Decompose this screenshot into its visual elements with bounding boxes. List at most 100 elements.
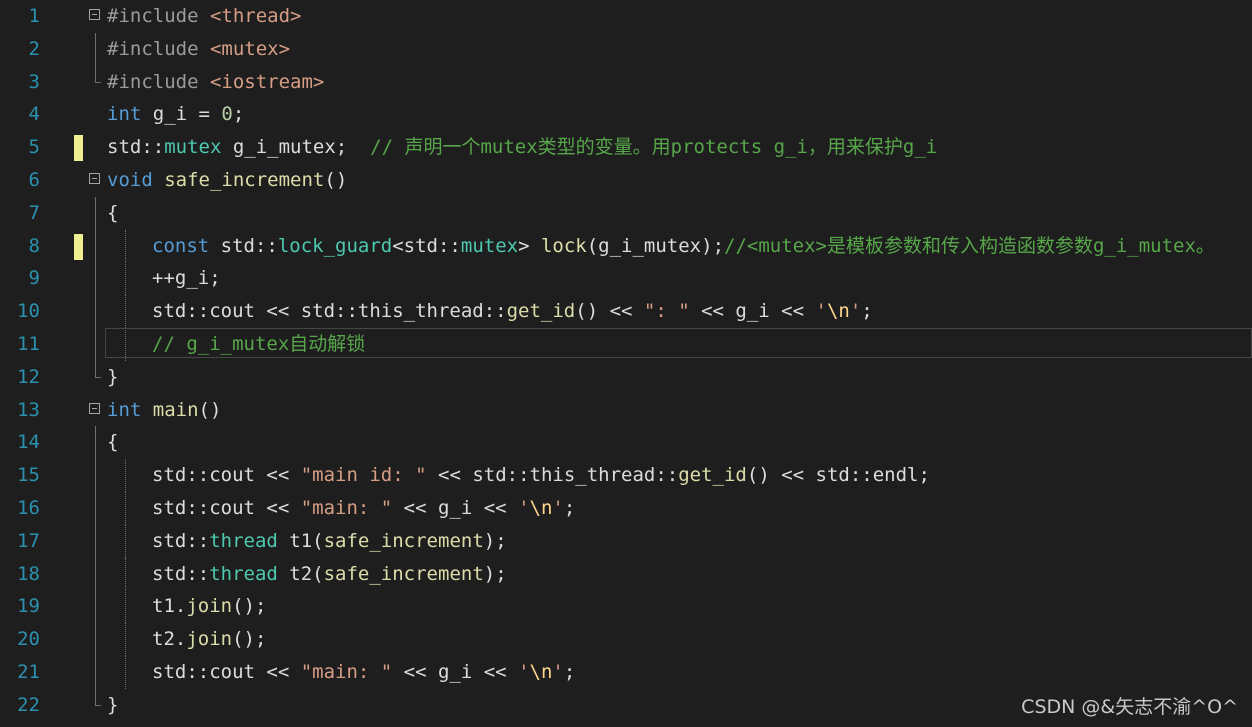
indent-guide [125,492,126,525]
code-text[interactable]: std::cout << "main: " << g_i << '\n'; [152,656,575,689]
code-text[interactable]: t1.join(); [152,590,266,623]
code-text[interactable]: void safe_increment() [107,164,347,197]
code-token: std::cout << [152,497,301,519]
code-text[interactable]: std::mutex g_i_mutex; // 声明一个mutex类型的变量。… [107,131,937,164]
code-token: g_i = [141,103,222,126]
code-token: () << std::endl; [746,464,930,487]
change-marker [74,135,83,162]
line-number: 18 [17,562,40,585]
code-token: << std::this_thread:: [426,464,679,487]
code-line[interactable]: 7{ [0,196,1252,230]
code-token: (); [232,595,267,618]
line-number: 22 [17,693,40,716]
fold-region-line [95,65,101,83]
code-token: ; [563,497,576,519]
code-text[interactable]: int main() [107,394,221,427]
code-text[interactable]: #include <thread> [107,0,301,33]
code-text[interactable]: } [107,689,118,722]
code-text[interactable]: std::thread t1(safe_increment); [152,525,507,558]
code-line[interactable]: 10 std::cout << std::this_thread::get_id(… [0,295,1252,328]
code-token: <std:: [392,234,461,257]
code-token: t2( [277,562,324,585]
collapse-icon[interactable] [89,173,100,184]
code-token: ); [483,529,507,552]
code-token: std:: [152,529,210,552]
code-token: () [198,398,222,421]
code-token: std::cout << std::this_thread:: [152,300,507,323]
code-text[interactable]: std::cout << std::this_thread::get_id() … [152,295,873,328]
code-text[interactable]: int g_i = 0; [107,98,244,131]
line-number: 15 [17,464,40,487]
fold-region-line [95,459,96,492]
fold-region-line [95,524,96,558]
code-token: void [107,169,153,191]
code-token: ; [563,661,576,683]
code-text[interactable]: std::cout << "main: " << g_i << '\n'; [152,492,575,525]
code-token: (g_i_mutex); [586,234,725,257]
collapse-icon[interactable] [89,9,100,20]
code-line[interactable]: 2 #include <mutex> [0,32,1252,66]
line-number: 6 [28,169,40,191]
code-text[interactable]: const std::lock_guard<std::mutex> lock(g… [152,230,1215,263]
code-token: std::cout << [152,464,301,487]
code-line[interactable]: 6 void safe_increment() [0,164,1252,197]
code-text[interactable]: std::thread t2(safe_increment); [152,558,507,591]
code-text[interactable]: } [107,361,118,394]
code-line[interactable]: 8 const std::lock_guard<std::mutex> lock(… [0,229,1252,263]
code-text[interactable]: std::cout << "main id: " << std::this_th… [152,459,930,492]
code-text[interactable]: // g_i_mutex自动解锁 [152,328,365,361]
code-token: <thread> [209,5,302,27]
code-token: #include [107,37,210,60]
code-token: safe_increment [164,169,325,191]
code-token: main [152,398,199,421]
collapse-icon[interactable] [89,402,100,414]
code-token: mutex [164,136,222,159]
code-token: << g_i << [689,300,816,323]
change-marker [74,233,83,260]
code-line[interactable]: 5 std::mutex g_i_mutex; // 声明一个mutex类型的变量… [0,131,1252,164]
code-token: get_id [678,464,747,487]
code-text[interactable]: ++g_i; [152,262,221,295]
code-line[interactable]: 9 ++g_i; [0,262,1252,296]
code-line[interactable]: 15 std::cout << "main id: " << std::this_… [0,459,1252,492]
code-line[interactable]: 12} [0,360,1252,394]
indent-guide [125,656,126,689]
line-number: 2 [28,37,40,60]
code-token: ); [483,562,507,585]
code-token: lock_guard [277,234,393,257]
code-text[interactable]: { [107,197,118,230]
code-editor[interactable]: 1 #include <thread> 2 #include <mutex> 3 #inc… [0,0,1252,727]
code-text[interactable]: #include <iostream> [107,66,324,99]
code-token: t1( [277,529,324,552]
code-line[interactable]: 16 std::cout << "main: " << g_i << '\n'; [0,492,1252,525]
line-number: 16 [17,497,40,519]
code-token: ; [232,103,245,126]
line-number: 21 [17,661,40,683]
code-line[interactable]: 19 t1.join(); [0,590,1252,624]
code-text[interactable]: #include <mutex> [107,33,290,66]
code-line[interactable]: 4 int g_i = 0; [0,98,1252,131]
fold-region-line [95,295,96,328]
code-line[interactable]: 14 { [0,426,1252,460]
code-token: \n [529,661,553,683]
code-line[interactable]: 21 std::cout << "main: " << g_i << '\n'; [0,656,1252,689]
indent-guide [125,229,126,263]
code-line[interactable]: 3 #include <iostream> [0,65,1252,99]
line-number: 12 [17,365,40,388]
code-line[interactable]: 1 #include <thread> [0,0,1252,33]
line-number: 17 [17,529,40,552]
code-text[interactable]: t2.join(); [152,623,266,656]
code-line[interactable]: 13 int main() [0,394,1252,427]
code-token: ; [861,300,873,323]
indent-guide [125,262,126,296]
code-line[interactable]: 18 std::thread t2(safe_increment); [0,557,1252,591]
code-line[interactable]: 17 std::thread t1(safe_increment); [0,524,1252,558]
line-number: 8 [28,234,40,257]
code-text[interactable]: { [107,426,118,459]
code-line[interactable]: 11 // g_i_mutex自动解锁 [0,328,1252,361]
code-token: ++g_i; [152,267,221,290]
indent-guide [125,459,126,492]
line-number: 20 [17,628,40,651]
code-line[interactable]: 20 t2.join(); [0,623,1252,656]
